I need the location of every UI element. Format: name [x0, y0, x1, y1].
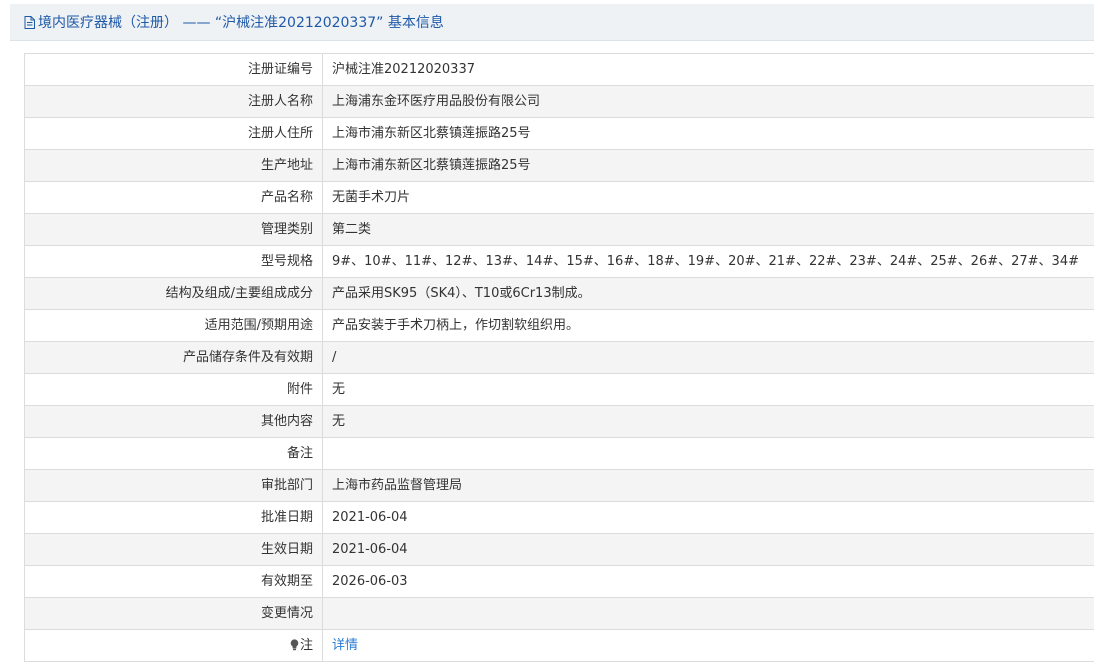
table-row: 型号规格 9#、10#、11#、12#、13#、14#、15#、16#、18#、1… — [24, 245, 1094, 278]
table-row: 产品储存条件及有效期 / — [24, 341, 1094, 374]
details-link[interactable]: 详情 — [332, 638, 358, 653]
row-value: 第二类 — [322, 213, 1094, 246]
row-label: 管理类别 — [24, 213, 323, 246]
row-label: 注册人名称 — [24, 85, 323, 118]
table-row: 生产地址 上海市浦东新区北蔡镇莲振路25号 — [24, 149, 1094, 182]
table-row: 有效期至 2026-06-03 — [24, 565, 1094, 598]
table-row: 批准日期 2021-06-04 — [24, 501, 1094, 534]
row-label: 其他内容 — [24, 405, 323, 438]
row-value: 2021-06-04 — [322, 533, 1094, 566]
note-label-cell: 注 — [24, 629, 323, 662]
table-row: 注册人住所 上海市浦东新区北蔡镇莲振路25号 — [24, 117, 1094, 150]
row-label: 备注 — [24, 437, 323, 470]
row-value: 无菌手术刀片 — [322, 181, 1094, 214]
note-value-cell: 详情 — [322, 629, 1094, 662]
row-label: 注册证编号 — [24, 53, 323, 86]
table-row: 结构及组成/主要组成成分 产品采用SK95（SK4）、T10或6Cr13制成。 — [24, 277, 1094, 310]
row-value: 产品采用SK95（SK4）、T10或6Cr13制成。 — [322, 277, 1094, 310]
row-label: 产品名称 — [24, 181, 323, 214]
table-row: 注册证编号 沪械注准20212020337 — [24, 53, 1094, 86]
note-row: 注 详情 — [24, 629, 1094, 662]
row-value: 2021-06-04 — [322, 501, 1094, 534]
row-label: 注册人住所 — [24, 117, 323, 150]
row-label: 生效日期 — [24, 533, 323, 566]
row-value: 沪械注准20212020337 — [322, 53, 1094, 86]
row-value: 上海市药品监督管理局 — [322, 469, 1094, 502]
row-label: 变更情况 — [24, 597, 323, 630]
row-value — [322, 437, 1094, 470]
table-row: 变更情况 — [24, 597, 1094, 630]
table-row: 附件无 — [24, 373, 1094, 406]
row-label: 有效期至 — [24, 565, 323, 598]
table-row: 产品名称 无菌手术刀片 — [24, 181, 1094, 214]
document-icon — [24, 15, 35, 29]
note-label: 注 — [299, 638, 313, 653]
row-value: 无 — [322, 405, 1094, 438]
table-row: 其他内容无 — [24, 405, 1094, 438]
table-row: 管理类别 第二类 — [24, 213, 1094, 246]
info-table-container: 注册证编号 沪械注准20212020337 注册人名称 上海浦东金环医疗用品股份有限… — [24, 53, 1094, 666]
row-label: 结构及组成/主要组成成分 — [24, 277, 323, 310]
table-row: 适用范围/预期用途 产品安装于手术刀柄上，作切割软组织用。 — [24, 309, 1094, 342]
page: 境内医疗器械（注册） —— “沪械注准20212020337” 基本信息 注册证… — [0, 0, 1094, 666]
row-value: 产品安装于手术刀柄上，作切割软组织用。 — [322, 309, 1094, 342]
row-label: 批准日期 — [24, 501, 323, 534]
row-value — [322, 597, 1094, 630]
page-title: 境内医疗器械（注册） —— “沪械注准20212020337” 基本信息 — [38, 15, 444, 31]
row-value: / — [322, 341, 1094, 374]
table-row: 生效日期 2021-06-04 — [24, 533, 1094, 566]
row-label: 附件 — [24, 373, 323, 406]
row-value: 上海市浦东新区北蔡镇莲振路25号 — [322, 149, 1094, 182]
row-label: 审批部门 — [24, 469, 323, 502]
row-label: 型号规格 — [24, 245, 323, 278]
table-row: 审批部门 上海市药品监督管理局 — [24, 469, 1094, 502]
row-label: 产品储存条件及有效期 — [24, 341, 323, 374]
lightbulb-icon — [290, 638, 299, 650]
row-value: 无 — [322, 373, 1094, 406]
row-value: 上海浦东金环医疗用品股份有限公司 — [322, 85, 1094, 118]
row-value: 2026-06-03 — [322, 565, 1094, 598]
table-row: 注册人名称 上海浦东金环医疗用品股份有限公司 — [24, 85, 1094, 118]
row-label: 适用范围/预期用途 — [24, 309, 323, 342]
page-header: 境内医疗器械（注册） —— “沪械注准20212020337” 基本信息 — [10, 4, 1094, 41]
row-value: 上海市浦东新区北蔡镇莲振路25号 — [322, 117, 1094, 150]
table-row: 备注 — [24, 437, 1094, 470]
row-value: 9#、10#、11#、12#、13#、14#、15#、16#、18#、19#、2… — [322, 245, 1094, 278]
info-table: 注册证编号 沪械注准20212020337 注册人名称 上海浦东金环医疗用品股份有限… — [24, 53, 1094, 662]
row-label: 生产地址 — [24, 149, 323, 182]
